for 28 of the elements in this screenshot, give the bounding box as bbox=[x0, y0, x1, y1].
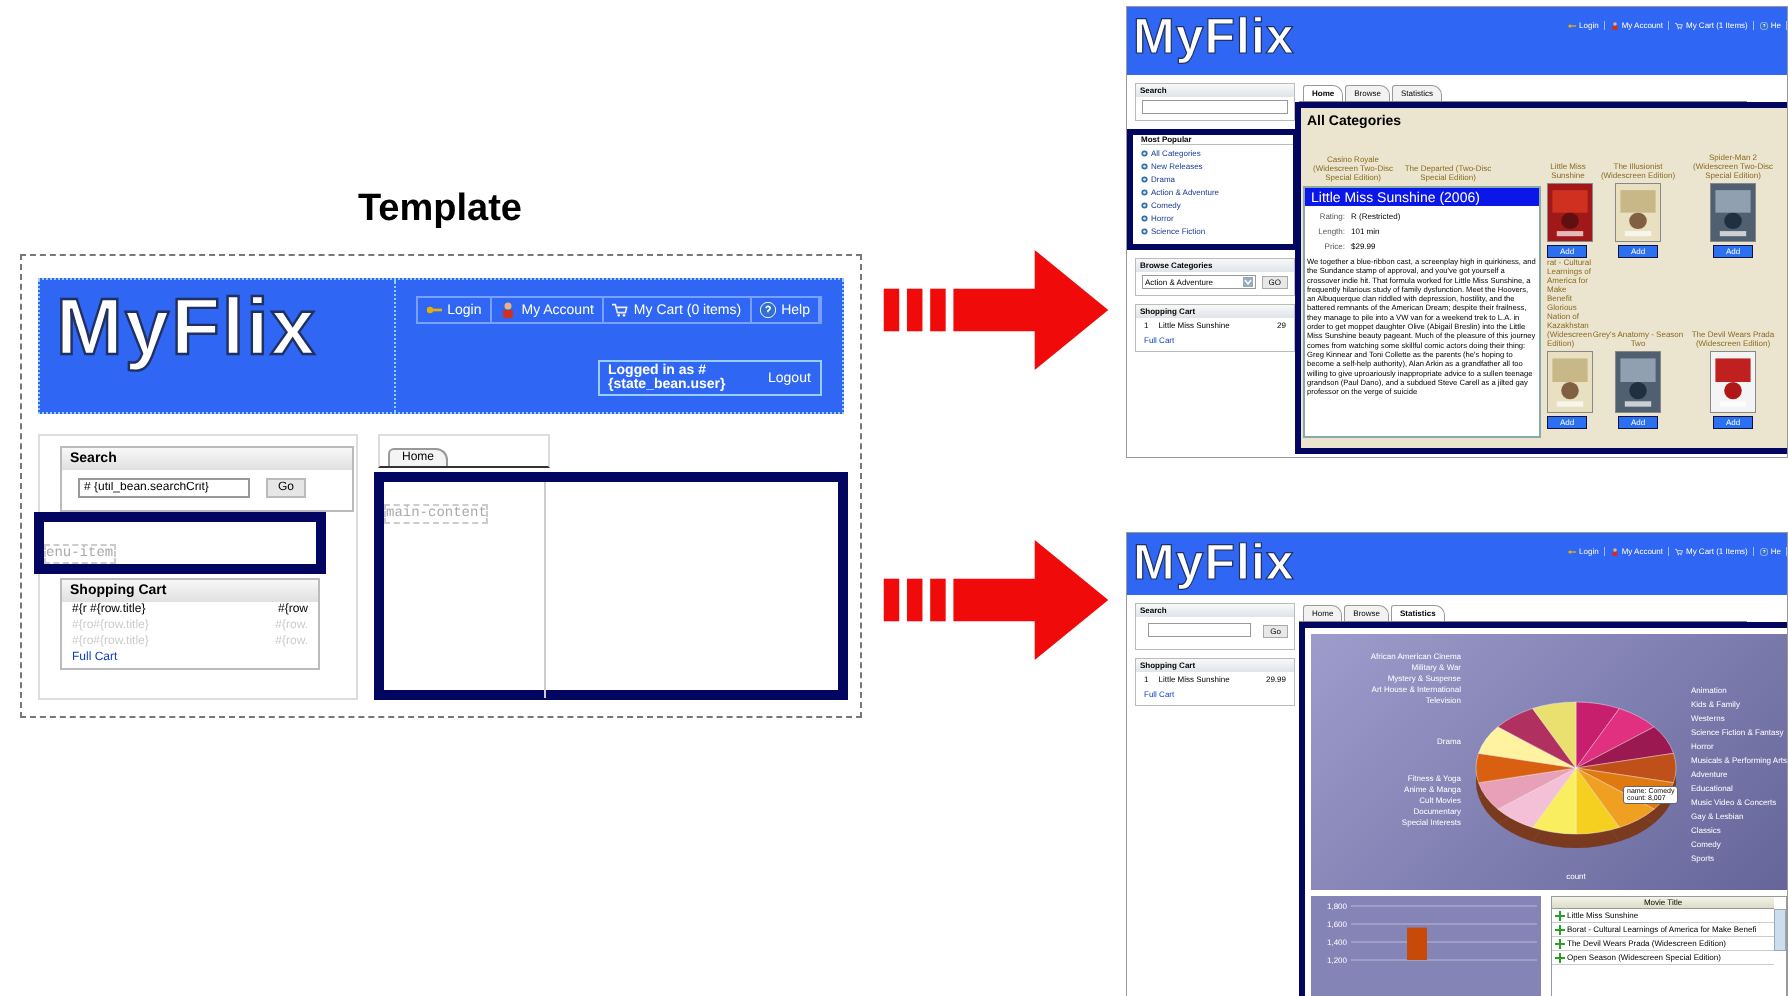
help-icon bbox=[759, 302, 776, 318]
plus-icon[interactable] bbox=[1555, 910, 1565, 921]
search-field[interactable] bbox=[1142, 100, 1288, 114]
help-icon bbox=[1759, 547, 1768, 556]
bullet-icon bbox=[1141, 202, 1148, 209]
bullet-icon bbox=[1141, 189, 1148, 196]
logo: MyFlix bbox=[1133, 11, 1295, 61]
scrollbar[interactable] bbox=[1774, 909, 1787, 951]
plus-icon[interactable] bbox=[1555, 938, 1565, 949]
person-icon bbox=[499, 302, 516, 318]
cart-icon bbox=[611, 302, 628, 318]
caret-icon bbox=[1242, 277, 1253, 287]
help-icon bbox=[1759, 21, 1768, 30]
bullet-icon bbox=[1141, 150, 1148, 157]
bullet-icon bbox=[1141, 176, 1148, 183]
bar bbox=[1407, 927, 1427, 960]
bullet-icon bbox=[1141, 163, 1148, 170]
plus-icon[interactable] bbox=[1555, 924, 1565, 935]
template-title: Template bbox=[355, 188, 524, 232]
key-icon bbox=[425, 302, 442, 318]
logo: MyFlix bbox=[1133, 537, 1295, 587]
bullet-icon bbox=[1141, 215, 1148, 222]
bullet-icon bbox=[1141, 228, 1148, 235]
logo: MyFlix bbox=[54, 282, 319, 376]
person-icon bbox=[1610, 21, 1619, 30]
search-field[interactable] bbox=[1148, 623, 1252, 637]
person-icon bbox=[1610, 547, 1619, 556]
plus-icon[interactable] bbox=[1555, 952, 1565, 963]
